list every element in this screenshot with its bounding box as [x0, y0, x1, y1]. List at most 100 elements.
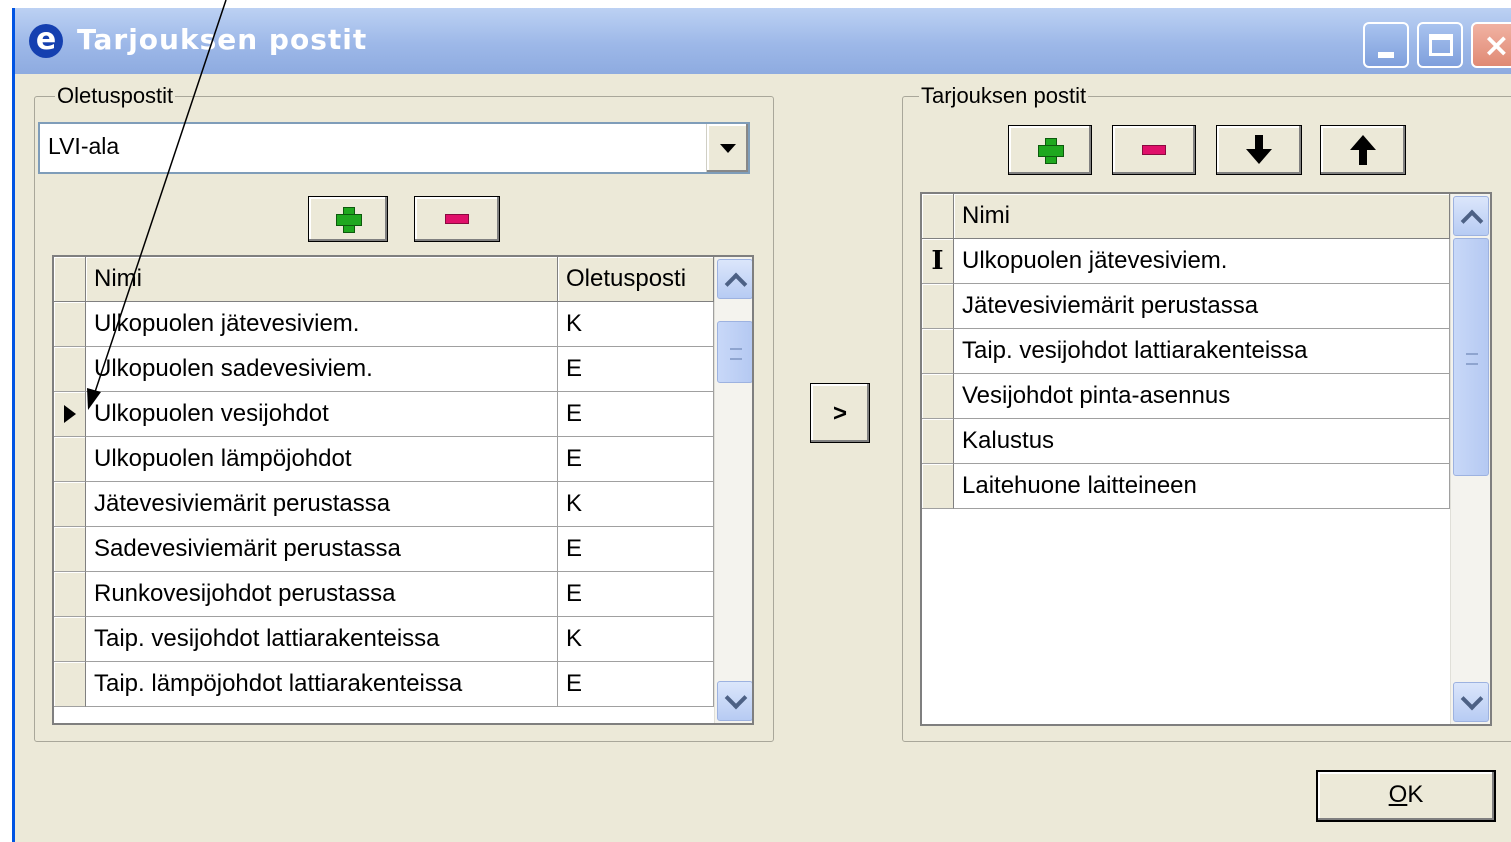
move-down-button[interactable] [1216, 125, 1302, 175]
scroll-up-icon[interactable] [1453, 196, 1489, 236]
cell-name[interactable]: Jätevesiviemärit perustassa [954, 284, 1450, 329]
cell-name[interactable]: Ulkopuolen vesijohdot [86, 392, 558, 437]
cell-default[interactable]: K [558, 617, 714, 662]
move-up-button[interactable] [1320, 125, 1406, 175]
cell-name[interactable]: Kalustus [954, 419, 1450, 464]
scroll-up-icon[interactable] [717, 259, 752, 299]
table-row[interactable]: I Ulkopuolen jätevesiviem. [922, 239, 1450, 284]
minus-icon [445, 214, 469, 224]
category-select[interactable]: LVI-ala [38, 122, 750, 174]
cell-name[interactable]: Taip. vesijohdot lattiarakenteissa [954, 329, 1450, 374]
cell-name[interactable]: Vesijohdot pinta-asennus [954, 374, 1450, 419]
grid-header-row: Nimi Oletusposti [54, 257, 714, 302]
scroll-thumb[interactable] [717, 321, 752, 383]
table-row[interactable]: Jätevesiviemärit perustassa K [54, 482, 714, 527]
cell-name[interactable]: Ulkopuolen jätevesiviem. [86, 302, 558, 347]
row-indicator[interactable] [54, 617, 86, 662]
table-row[interactable]: Ulkopuolen vesijohdot E [54, 392, 714, 437]
row-indicator[interactable] [922, 374, 954, 419]
row-indicator[interactable] [922, 464, 954, 509]
table-row[interactable]: Ulkopuolen jätevesiviem. K [54, 302, 714, 347]
quote-items-grid[interactable]: Nimi I Ulkopuolen jätevesiviem. Jätevesivi… [920, 192, 1492, 726]
add-default-item-button[interactable] [308, 196, 388, 242]
cell-default[interactable]: E [558, 392, 714, 437]
close-button[interactable]: × [1471, 22, 1511, 68]
cell-name[interactable]: Ulkopuolen jätevesiviem. [954, 239, 1450, 284]
ok-mnemonic: O [1388, 781, 1408, 808]
edit-cursor-icon: I [931, 246, 944, 276]
table-row[interactable]: Taip. lämpöjohdot lattiarakenteissa E [54, 662, 714, 707]
row-indicator[interactable] [54, 572, 86, 617]
minimize-button[interactable] [1363, 22, 1409, 68]
dropdown-arrow-icon[interactable] [706, 124, 748, 172]
title-bar[interactable]: e Tarjouksen postit × [15, 8, 1511, 74]
table-row[interactable]: Runkovesijohdot perustassa E [54, 572, 714, 617]
scroll-down-icon[interactable] [717, 681, 752, 721]
maximize-button[interactable] [1417, 22, 1463, 68]
arrow-up-icon [1350, 135, 1376, 165]
arrow-down-icon [1246, 135, 1272, 165]
plus-icon [336, 207, 362, 233]
table-row[interactable]: Jätevesiviemärit perustassa [922, 284, 1450, 329]
table-row[interactable]: Ulkopuolen lämpöjohdot E [54, 437, 714, 482]
row-indicator[interactable] [54, 392, 86, 437]
quote-items-legend: Tarjouksen postit [919, 83, 1089, 109]
grid-header-row: Nimi [922, 194, 1450, 239]
row-indicator[interactable] [54, 347, 86, 392]
add-quote-item-button[interactable] [1008, 125, 1092, 175]
remove-quote-item-button[interactable] [1112, 125, 1196, 175]
cell-default[interactable]: E [558, 347, 714, 392]
scroll-down-icon[interactable] [1453, 682, 1489, 722]
cell-name[interactable]: Jätevesiviemärit perustassa [86, 482, 558, 527]
transfer-button[interactable]: > [810, 383, 870, 443]
row-indicator[interactable] [54, 302, 86, 347]
cell-name[interactable]: Taip. lämpöjohdot lattiarakenteissa [86, 662, 558, 707]
cell-name[interactable]: Taip. vesijohdot lattiarakenteissa [86, 617, 558, 662]
row-indicator[interactable] [922, 284, 954, 329]
cell-default[interactable]: E [558, 662, 714, 707]
table-row[interactable]: Kalustus [922, 419, 1450, 464]
row-indicator[interactable] [54, 482, 86, 527]
cell-default[interactable]: K [558, 482, 714, 527]
table-row[interactable]: Vesijohdot pinta-asennus [922, 374, 1450, 419]
table-row[interactable]: Laitehuone laitteineen [922, 464, 1450, 509]
scroll-thumb[interactable] [1453, 238, 1489, 476]
ok-button[interactable]: OK [1316, 770, 1496, 822]
table-row[interactable]: Sadevesiviemärit perustassa E [54, 527, 714, 572]
row-indicator[interactable] [922, 329, 954, 374]
table-row[interactable]: Taip. vesijohdot lattiarakenteissa K [54, 617, 714, 662]
plus-icon [1038, 138, 1064, 164]
remove-default-item-button[interactable] [414, 196, 500, 242]
default-items-legend: Oletuspostit [55, 83, 176, 109]
cell-default[interactable]: E [558, 527, 714, 572]
row-indicator[interactable]: I [922, 239, 954, 284]
maximize-icon [1429, 34, 1453, 56]
cell-name[interactable]: Sadevesiviemärit perustassa [86, 527, 558, 572]
column-header-name[interactable]: Nimi [86, 257, 558, 302]
column-header-name[interactable]: Nimi [954, 194, 1450, 239]
cell-name[interactable]: Ulkopuolen sadevesiviem. [86, 347, 558, 392]
quote-items-scrollbar[interactable] [1450, 194, 1490, 724]
app-icon: e [29, 24, 63, 58]
table-row[interactable]: Ulkopuolen sadevesiviem. E [54, 347, 714, 392]
cell-default[interactable]: K [558, 302, 714, 347]
default-items-scrollbar[interactable] [714, 257, 752, 723]
column-header-default[interactable]: Oletusposti [558, 257, 714, 302]
cell-default[interactable]: E [558, 437, 714, 482]
header-indicator [922, 194, 954, 239]
row-indicator[interactable] [54, 662, 86, 707]
row-indicator[interactable] [54, 437, 86, 482]
cell-name[interactable]: Runkovesijohdot perustassa [86, 572, 558, 617]
row-indicator[interactable] [54, 527, 86, 572]
cell-name[interactable]: Laitehuone laitteineen [954, 464, 1450, 509]
cell-name[interactable]: Ulkopuolen lämpöjohdot [86, 437, 558, 482]
cell-default[interactable]: E [558, 572, 714, 617]
ok-label-rest: K [1407, 781, 1424, 808]
category-select-value: LVI-ala [48, 133, 120, 159]
minus-icon [1142, 145, 1166, 155]
header-indicator [54, 257, 86, 302]
table-row[interactable]: Taip. vesijohdot lattiarakenteissa [922, 329, 1450, 374]
row-indicator[interactable] [922, 419, 954, 464]
default-items-grid[interactable]: Nimi Oletusposti Ulkopuolen jätevesiviem… [52, 255, 754, 725]
close-icon: × [1483, 26, 1510, 64]
